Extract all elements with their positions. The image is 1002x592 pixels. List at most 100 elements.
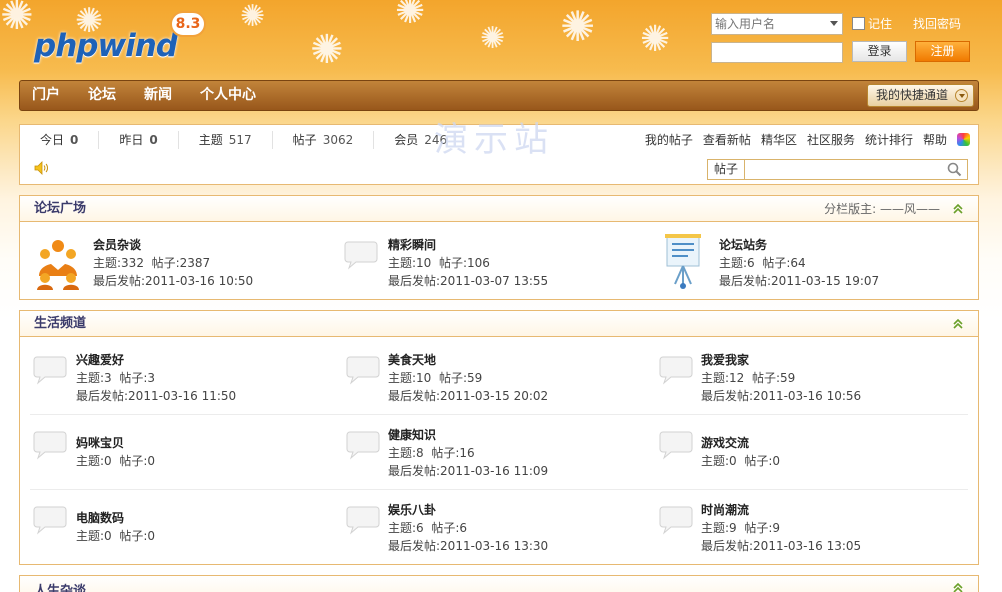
forum-last-post: 最后发帖:2011-03-16 10:56 (701, 387, 861, 405)
forum-name[interactable]: 时尚潮流 (701, 501, 749, 519)
link-my-posts[interactable]: 我的帖子 (645, 131, 693, 148)
last-post-time: 2011-03-16 10:56 (753, 389, 862, 403)
search-icon[interactable] (947, 162, 962, 177)
last-post-time: 2011-03-16 13:05 (753, 539, 862, 553)
maple-leaf-decoration: ✺ (0, 0, 34, 39)
chat-bubble-icon (659, 431, 693, 460)
forum-stats: 主题:12 帖子:59 (701, 369, 795, 387)
topics-label: 主题: (701, 521, 730, 535)
color-palette-icon[interactable] (957, 133, 970, 146)
search-type-select[interactable]: 帖子 (708, 160, 746, 179)
nav-item-forum[interactable]: 论坛 (88, 81, 116, 110)
topics-label: 主题: (388, 446, 417, 460)
link-digest[interactable]: 精华区 (761, 131, 797, 148)
posts-label: 帖子: (744, 454, 773, 468)
last-post-time: 2011-03-16 13:30 (440, 539, 549, 553)
forum-last-post: 最后发帖:2011-03-16 11:09 (388, 462, 548, 480)
stat-value: 517 (228, 133, 252, 147)
forum-stats: 主题:0 帖子:0 (76, 452, 155, 470)
forum-name[interactable]: 妈咪宝贝 (76, 434, 124, 452)
forum-name[interactable]: 精彩瞬间 (388, 236, 436, 254)
posts-count: 0 (147, 454, 156, 468)
forgot-password-link[interactable]: 找回密码 (913, 15, 961, 32)
section-life-channel: 生活频道 兴趣爱好 主题:3 帖子:3 最后发帖:2011-03-16 11:5… (19, 310, 979, 565)
forum-last-post: 最后发帖:2011-03-16 10:50 (93, 272, 253, 290)
posts-label: 帖子: (438, 371, 468, 385)
nav-item-profile[interactable]: 个人中心 (200, 81, 256, 110)
stats-row: 今日 0 昨日 0 主题 517 帖子 3062 会员 246 (20, 131, 467, 149)
section-title[interactable]: 生活频道 (34, 311, 86, 337)
topics-count: 3 (104, 371, 112, 385)
stat-label: 帖子 (292, 133, 317, 147)
collapse-icon[interactable] (952, 318, 964, 330)
speaker-icon[interactable] (34, 161, 50, 175)
forum-name[interactable]: 美食天地 (388, 351, 436, 369)
topics-count: 0 (104, 454, 112, 468)
forum-name[interactable]: 论坛站务 (719, 236, 767, 254)
section-title[interactable]: 人生杂谈 (34, 579, 86, 592)
forum-last-post: 最后发帖:2011-03-15 19:07 (719, 272, 879, 290)
stat-value: 3062 (322, 133, 354, 147)
section-title[interactable]: 论坛广场 (34, 196, 86, 222)
last-post-label: 最后发帖: (719, 274, 772, 288)
forum-name[interactable]: 兴趣爱好 (76, 351, 124, 369)
maple-leaf-decoration: ✺ (560, 2, 596, 51)
forum-name[interactable]: 我爱我家 (701, 351, 749, 369)
stat-value: 246 (424, 133, 448, 147)
collapse-icon[interactable] (952, 203, 964, 215)
topics-label: 主题: (701, 454, 730, 468)
topics-label: 主题: (76, 454, 105, 468)
quick-access-button[interactable]: 我的快捷通道 (867, 84, 974, 107)
forum-stats: 主题:332 帖子:2387 (93, 254, 210, 272)
moderator-name[interactable]: ——风—— (880, 202, 940, 216)
maple-leaf-decoration: ✺ (240, 0, 266, 34)
link-help[interactable]: 帮助 (923, 131, 947, 148)
forum-name[interactable]: 娱乐八卦 (388, 501, 436, 519)
forum-name[interactable]: 会员杂谈 (93, 236, 141, 254)
remember-checkbox[interactable] (852, 17, 865, 30)
stat-topics: 主题 517 (179, 131, 273, 149)
forum-name[interactable]: 健康知识 (388, 426, 436, 444)
posts-label: 帖子: (119, 529, 148, 543)
section-forum-square: 论坛广场 分栏版主: ——风—— 会员杂谈 主题:332 帖子:2387 最后发… (19, 195, 979, 300)
section-header: 人生杂谈 (20, 576, 978, 592)
posts-label: 帖子: (431, 446, 460, 460)
remember-me[interactable]: 记住 (852, 15, 892, 32)
stat-posts: 帖子 3062 (273, 131, 375, 149)
stat-value: 0 (70, 133, 79, 147)
login-form: 输入用户名 记住 找回密码 登录 注册 (711, 13, 991, 65)
login-button[interactable]: 登录 (852, 41, 907, 62)
posts-count: 59 (467, 371, 483, 385)
chat-bubble-icon (33, 506, 67, 535)
register-button[interactable]: 注册 (915, 41, 970, 62)
last-post-label: 最后发帖: (388, 464, 441, 478)
link-community-services[interactable]: 社区服务 (807, 131, 855, 148)
topics-label: 主题: (388, 521, 417, 535)
posts-count: 6 (459, 521, 468, 535)
stat-members: 会员 246 (374, 131, 467, 149)
link-statistics[interactable]: 统计排行 (865, 131, 913, 148)
forum-item: 论坛站务 主题:6 帖子:64 最后发帖:2011-03-15 19:07 (661, 234, 951, 294)
maple-leaf-decoration: ✺ (395, 0, 426, 32)
nav-item-portal[interactable]: 门户 (32, 81, 60, 110)
posts-count: 0 (147, 529, 156, 543)
topics-label: 主题: (719, 256, 748, 270)
logo[interactable]: phpwind (34, 28, 178, 64)
chevron-down-icon (830, 21, 838, 26)
password-field[interactable] (711, 42, 843, 63)
last-post-label: 最后发帖: (388, 274, 441, 288)
username-select[interactable]: 输入用户名 (711, 13, 843, 35)
link-new-posts[interactable]: 查看新帖 (703, 131, 751, 148)
chat-bubble-icon (33, 431, 67, 460)
forum-item: 我爱我家 主题:12 帖子:59 最后发帖:2011-03-16 10:56 (659, 351, 949, 409)
chat-bubble-icon (344, 241, 378, 270)
section-life-talk: 人生杂谈 (19, 575, 979, 592)
forum-item: 会员杂谈 主题:332 帖子:2387 最后发帖:2011-03-16 10:5… (35, 236, 325, 294)
top-links: 我的帖子 查看新帖 精华区 社区服务 统计排行 帮助 (635, 131, 970, 148)
forum-item: 妈咪宝贝 主题:0 帖子:0 (33, 426, 323, 484)
forum-name[interactable]: 游戏交流 (701, 434, 749, 452)
stat-label: 今日 (40, 133, 65, 147)
collapse-icon[interactable] (952, 582, 964, 592)
forum-name[interactable]: 电脑数码 (76, 509, 124, 527)
nav-item-news[interactable]: 新闻 (144, 81, 172, 110)
